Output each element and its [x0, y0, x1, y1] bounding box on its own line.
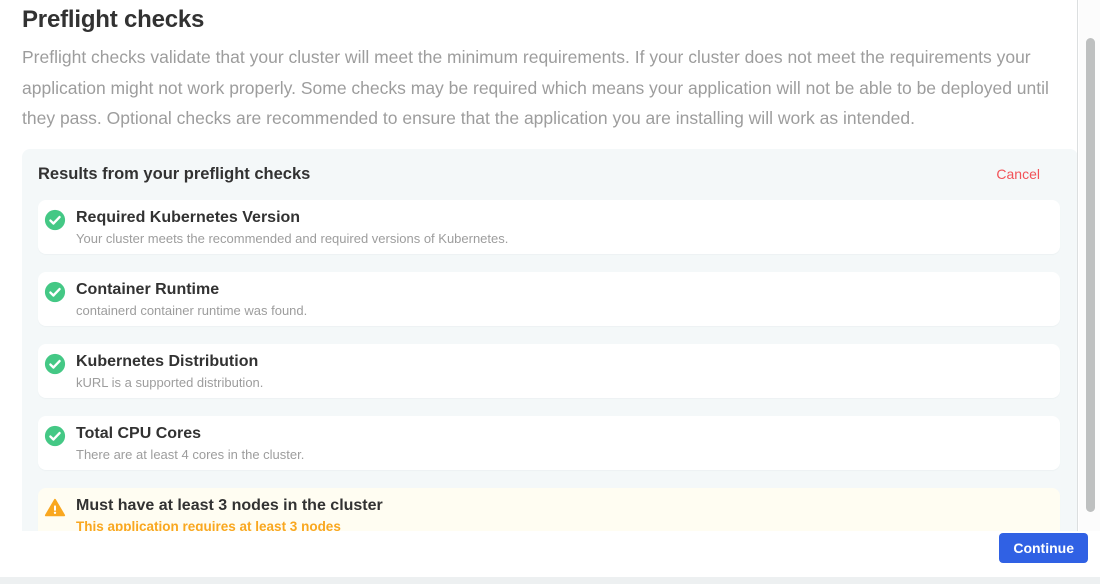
panel-header: Results from your preflight checks Cance… [38, 165, 1060, 184]
check-title: Kubernetes Distribution [76, 352, 263, 371]
check-message: Your cluster meets the recommended and r… [76, 231, 508, 246]
page-title: Preflight checks [22, 6, 1077, 34]
panel-title: Results from your preflight checks [38, 165, 310, 184]
check-text: Required Kubernetes Version Your cluster… [76, 208, 508, 246]
check-list: Required Kubernetes Version Your cluster… [38, 200, 1060, 542]
check-success-icon [44, 425, 66, 447]
check-title: Required Kubernetes Version [76, 208, 508, 227]
continue-button[interactable]: Continue [999, 533, 1088, 563]
check-card: Container Runtime containerd container r… [38, 272, 1060, 326]
check-warning-icon [44, 497, 66, 519]
check-title: Total CPU Cores [76, 424, 304, 443]
check-text: Container Runtime containerd container r… [76, 280, 307, 318]
scrollable-content: Preflight checks Preflight checks valida… [0, 0, 1078, 584]
check-text: Kubernetes Distribution kURL is a suppor… [76, 352, 263, 390]
check-success-icon [44, 209, 66, 231]
cancel-link[interactable]: Cancel [996, 166, 1040, 182]
check-text: Total CPU Cores There are at least 4 cor… [76, 424, 304, 462]
check-card: Required Kubernetes Version Your cluster… [38, 200, 1060, 254]
check-title: Container Runtime [76, 280, 307, 299]
check-text: Must have at least 3 nodes in the cluste… [76, 496, 383, 534]
check-message: kURL is a supported distribution. [76, 375, 263, 390]
page-description: Preflight checks validate that your clus… [22, 42, 1060, 134]
check-message: There are at least 4 cores in the cluste… [76, 447, 304, 462]
preflight-results-panel: Results from your preflight checks Cance… [22, 149, 1078, 569]
scrollbar-track[interactable] [1079, 0, 1100, 531]
check-success-icon [44, 353, 66, 375]
scrollbar-thumb[interactable] [1086, 38, 1095, 512]
check-success-icon [44, 281, 66, 303]
check-card: Kubernetes Distribution kURL is a suppor… [38, 344, 1060, 398]
preflight-page: Preflight checks Preflight checks valida… [0, 0, 1100, 584]
check-title: Must have at least 3 nodes in the cluste… [76, 496, 383, 515]
check-card: Total CPU Cores There are at least 4 cor… [38, 416, 1060, 470]
next-section-edge [0, 577, 1100, 584]
check-message: containerd container runtime was found. [76, 303, 307, 318]
